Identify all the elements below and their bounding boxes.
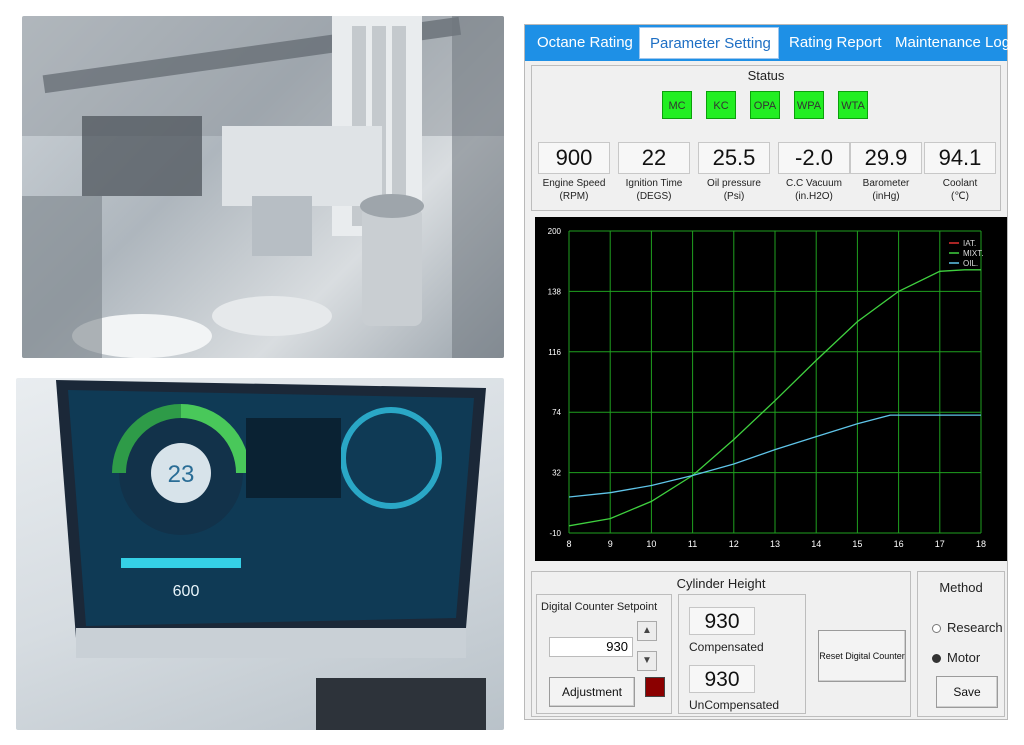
gauge-label: Engine Speed — [542, 178, 606, 189]
x-tick-label: 17 — [935, 539, 945, 549]
gauge-unit: (DEGS) — [636, 191, 672, 202]
cylinder-height-title: Cylinder Height — [676, 576, 766, 591]
status-indicator-wpa: WPA — [794, 91, 824, 119]
setpoint-input[interactable]: 930 — [549, 637, 633, 657]
gauge-value: 22 — [618, 142, 690, 174]
chart-svg: 8 9 10 11 12 13 14 15 16 17 18 -10 32 74 116 138 200 IAT.… — [548, 227, 986, 549]
gauge-coolant: 94.1 Coolant (℃) — [924, 142, 996, 203]
height-readout-panel: 930 Compensated 930 UnCompensated — [678, 594, 806, 714]
gauge-unit: (℃) — [951, 191, 969, 202]
app-window: Octane Rating Parameter Setting Rating R… — [524, 24, 1010, 720]
y-tick-label: 200 — [548, 227, 562, 236]
gauge-value: 25.5 — [698, 142, 770, 174]
save-button[interactable]: Save — [936, 676, 998, 708]
tab-bar: Octane Rating Parameter Setting Rating R… — [525, 25, 1010, 61]
status-indicator-kc: KC — [706, 91, 736, 119]
setpoint-title: Digital Counter Setpoint — [541, 601, 658, 613]
x-tick-label: 15 — [852, 539, 862, 549]
dashboard-readout: 600 — [173, 583, 200, 600]
gauge-unit: (in.H2O) — [795, 191, 833, 202]
gauge-label: Ignition Time — [625, 178, 683, 189]
x-tick-label: 8 — [566, 539, 571, 549]
legend-label: MIXT. — [963, 249, 983, 258]
gauge-unit: (RPM) — [559, 191, 589, 202]
gauge-label: Oil pressure — [707, 178, 761, 189]
y-tick-label: 138 — [548, 287, 562, 296]
increment-arrow-icon[interactable]: ▲ — [637, 621, 657, 641]
dashboard-photo: 23 600 — [16, 378, 504, 730]
method-title: Method — [939, 580, 983, 595]
compensated-label: Compensated — [689, 640, 764, 654]
alarm-indicator — [645, 677, 665, 697]
temperature-chart: 8 9 10 11 12 13 14 15 16 17 18 -10 32 74 116 138 200 IAT.… — [535, 217, 1007, 561]
tab-parameter-setting[interactable]: Parameter Setting — [639, 27, 779, 59]
gauge-label: Barometer — [862, 178, 910, 189]
reset-digital-counter-button[interactable]: Reset Digital Counter — [818, 630, 906, 682]
tab-octane-rating[interactable]: Octane Rating — [527, 27, 639, 59]
gauge-cc-vacuum: -2.0 C.C Vacuum (in.H2O) — [778, 142, 850, 203]
legend-label: OIL. — [963, 259, 978, 268]
radio-motor[interactable]: Motor — [932, 650, 980, 665]
gauge-unit: (inHg) — [872, 191, 900, 202]
digital-counter-panel: Digital Counter Setpoint 930 ▲ ▼ Adjustm… — [536, 594, 672, 714]
radio-label: Motor — [947, 650, 981, 665]
gauge-engine-speed: 900 Engine Speed (RPM) — [538, 142, 610, 203]
y-tick-label: -10 — [549, 529, 561, 538]
x-tick-label: 16 — [894, 539, 904, 549]
radio-dot-icon — [932, 654, 941, 664]
adjustment-button[interactable]: Adjustment — [549, 677, 635, 707]
y-tick-label: 74 — [552, 408, 561, 417]
tab-rating-report[interactable]: Rating Report — [779, 27, 885, 59]
legend-label: IAT. — [963, 239, 976, 248]
gauge-label: Coolant — [942, 178, 978, 189]
x-tick-label: 9 — [608, 539, 613, 549]
radio-research[interactable]: Research — [932, 620, 1003, 635]
method-panel: Method Research Motor Save — [917, 571, 1005, 717]
y-tick-label: 32 — [552, 469, 561, 478]
tab-maintenance-log[interactable]: Maintenance Log — [885, 27, 1010, 59]
radio-dot-icon — [932, 624, 941, 634]
gauge-barometer: 29.9 Barometer (inHg) — [850, 142, 922, 203]
status-panel: Status MC KC OPA WPA WTA 900 Engine Spee… — [531, 65, 1001, 211]
gauge-value: 29.9 — [850, 142, 922, 174]
gauge-oil-pressure: 25.5 Oil pressure (Psi) — [698, 142, 770, 203]
uncompensated-label: UnCompensated — [689, 698, 780, 712]
x-tick-label: 18 — [976, 539, 986, 549]
decrement-arrow-icon[interactable]: ▼ — [637, 651, 657, 671]
status-title: Status — [747, 68, 785, 83]
x-tick-label: 10 — [646, 539, 656, 549]
status-indicator-wta: WTA — [838, 91, 868, 119]
y-tick-label: 116 — [548, 348, 561, 357]
gauge-ignition-time: 22 Ignition Time (DEGS) — [618, 142, 690, 203]
gauge-value: -2.0 — [778, 142, 850, 174]
x-tick-label: 14 — [811, 539, 821, 549]
machine-photo — [22, 16, 504, 358]
x-tick-label: 13 — [770, 539, 780, 549]
gauge-unit: (Psi) — [723, 191, 745, 202]
status-indicator-mc: MC — [662, 91, 692, 119]
gauge-value: 94.1 — [924, 142, 996, 174]
x-tick-label: 12 — [729, 539, 739, 549]
compensated-value: 930 — [689, 607, 755, 635]
gauge-value: 900 — [538, 142, 610, 174]
x-tick-label: 11 — [688, 539, 697, 549]
dashboard-value: 23 — [168, 461, 195, 488]
gauge-label: C.C Vacuum — [786, 178, 842, 189]
uncompensated-value: 930 — [689, 665, 755, 693]
status-indicator-opa: OPA — [750, 91, 780, 119]
cylinder-height-panel: Cylinder Height Digital Counter Setpoint… — [531, 571, 911, 717]
radio-label: Research — [947, 620, 1003, 635]
